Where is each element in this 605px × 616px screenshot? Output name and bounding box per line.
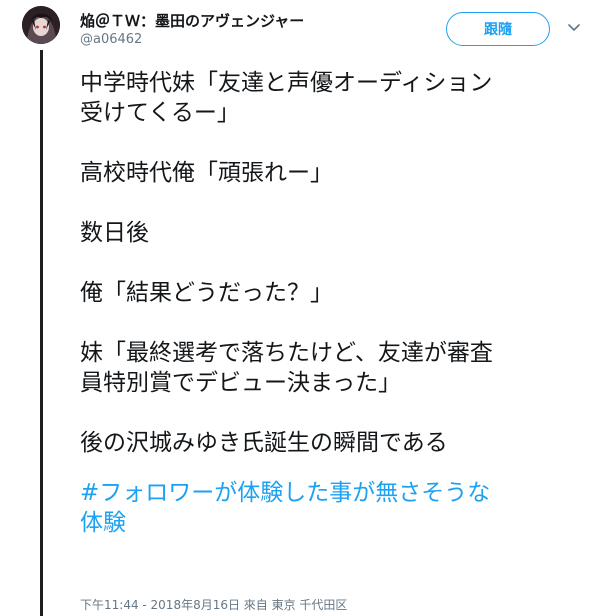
tweet-paragraph: 後の沢城みゆき氏誕生の瞬間である bbox=[80, 430, 448, 456]
avatar[interactable] bbox=[22, 6, 60, 44]
tweet-text: 中学時代妹「友達と声優オーディション 受けてくるー」 高校時代俺「頑張れー」 数… bbox=[80, 68, 592, 538]
hashtag-link[interactable]: #フォロワーが体験した事が無さそうな 体験 bbox=[80, 478, 592, 538]
tweet-paragraph: 高校時代俺「頑張れー」 bbox=[80, 160, 333, 186]
tweet-timestamp[interactable]: 下午11:44 - 2018年8月16日 來自 東京 千代田区 bbox=[80, 596, 347, 613]
display-name[interactable]: 焔＠ＴＷ：墨田のアヴェンジャー bbox=[80, 10, 304, 31]
thread-line bbox=[40, 50, 43, 616]
tweet-paragraph: 中学時代妹「友達と声優オーディション 受けてくるー」 bbox=[80, 70, 493, 126]
avatar-image bbox=[22, 6, 60, 44]
tweet-paragraph: 妹「最終選考で落ちたけど、友達が審査 員特別賞でデビュー決まった」 bbox=[80, 340, 493, 396]
tweet-paragraph: 俺「結果どうだった？」 bbox=[80, 280, 333, 306]
chevron-down-icon[interactable] bbox=[566, 20, 582, 36]
tweet-paragraph: 数日後 bbox=[80, 220, 149, 246]
user-handle[interactable]: @a06462 bbox=[80, 32, 142, 47]
follow-button[interactable]: 跟隨 bbox=[446, 12, 550, 46]
